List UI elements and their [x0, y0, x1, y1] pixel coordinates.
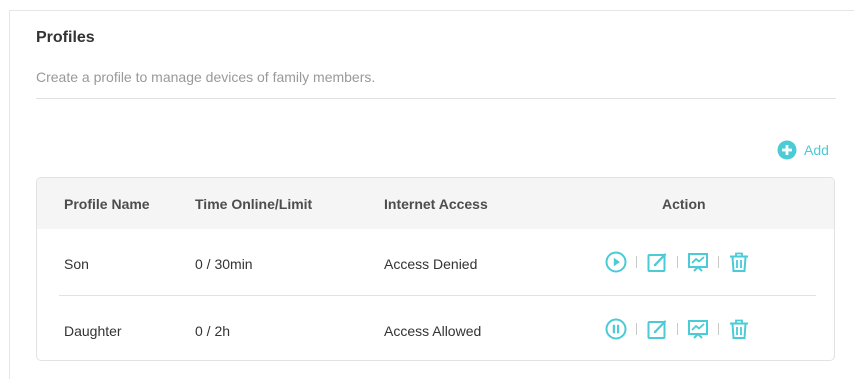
- trash-icon[interactable]: [728, 251, 750, 273]
- edit-icon[interactable]: [646, 318, 668, 340]
- header-internet-access: Internet Access: [384, 196, 488, 212]
- action-separator: [636, 256, 637, 268]
- profile-name: Daughter: [64, 323, 122, 339]
- profile-name: Son: [64, 256, 89, 272]
- header-time-online-limit: Time Online/Limit: [195, 196, 313, 212]
- plus-circle-icon: [777, 140, 797, 160]
- action-separator: [636, 323, 637, 335]
- add-label: Add: [804, 142, 829, 158]
- edit-icon[interactable]: [646, 251, 668, 273]
- header-action: Action: [662, 196, 706, 212]
- time-online-limit: 0 / 2h: [195, 323, 231, 339]
- panel-border-left: [9, 10, 10, 379]
- section-divider: [36, 98, 836, 99]
- action-separator: [718, 323, 719, 335]
- pause-icon[interactable]: [605, 318, 627, 340]
- statistics-icon[interactable]: [687, 318, 709, 340]
- table-header: Profile Name Time Online/Limit Internet …: [37, 178, 834, 229]
- section-title: Profiles: [36, 29, 95, 46]
- internet-access-status: Access Denied: [384, 256, 478, 272]
- action-separator: [677, 323, 678, 335]
- profiles-table: Profile Name Time Online/Limit Internet …: [36, 177, 835, 361]
- play-icon[interactable]: [605, 251, 627, 273]
- internet-access-status: Access Allowed: [384, 323, 482, 339]
- action-separator: [718, 256, 719, 268]
- row-actions: [605, 316, 750, 342]
- trash-icon[interactable]: [728, 318, 750, 340]
- add-profile-button[interactable]: Add: [777, 140, 829, 160]
- table-row: Son 0 / 30min Access Denied: [37, 229, 834, 295]
- statistics-icon[interactable]: [687, 251, 709, 273]
- header-profile-name: Profile Name: [64, 196, 150, 212]
- row-actions: [605, 249, 750, 275]
- section-description: Create a profile to manage devices of fa…: [36, 69, 376, 85]
- time-online-limit: 0 / 30min: [195, 256, 253, 272]
- table-row: Daughter 0 / 2h Access Allowed: [37, 296, 834, 360]
- action-separator: [677, 256, 678, 268]
- panel-border-top: [9, 10, 854, 11]
